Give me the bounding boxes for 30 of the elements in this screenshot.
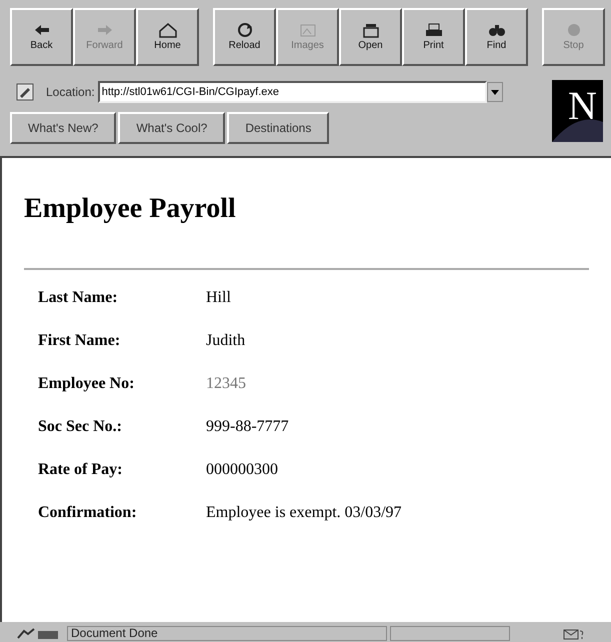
directory-button[interactable]: What's New? — [10, 112, 116, 144]
location-field[interactable]: http://stl01w61/CGI-Bin/CGIpayf.exe — [98, 81, 487, 103]
field-value: Employee is exempt. 03/03/97 — [206, 503, 402, 523]
field-label: Rate of Pay: — [38, 460, 124, 480]
home-button[interactable]: Home — [136, 8, 199, 66]
field-value: Hill — [206, 288, 231, 308]
page-heading: Employee Payroll — [24, 192, 237, 226]
bookmark-icon[interactable] — [16, 83, 34, 101]
reload-button[interactable]: Reload — [213, 8, 276, 66]
field-label: Last Name: — [38, 288, 119, 308]
back-button[interactable]: Back — [10, 8, 73, 66]
status-text: Document Done — [67, 626, 387, 641]
field-label: First Name: — [38, 331, 122, 351]
directory-button[interactable]: What's Cool? — [118, 112, 226, 144]
mail-icon[interactable] — [563, 628, 585, 640]
find-button[interactable]: Find — [465, 8, 528, 66]
field-value: Judith — [206, 331, 246, 351]
location-label: Location: — [46, 84, 95, 101]
field-label: Employee No: — [38, 374, 136, 394]
logo-letter: N — [568, 82, 597, 130]
house-icon — [156, 22, 178, 38]
field-label: Confirmation: — [38, 503, 138, 523]
field-value: 999-88-7777 — [206, 417, 289, 437]
field-label: Soc Sec No.: — [38, 417, 123, 437]
open-button[interactable]: Open — [339, 8, 402, 66]
field-value: 000000300 — [206, 460, 278, 480]
directory-button[interactable]: Destinations — [227, 112, 330, 144]
browser-logo[interactable]: N — [552, 80, 603, 142]
field-value: 12345 — [206, 374, 246, 394]
print-button[interactable]: Print — [402, 8, 465, 66]
